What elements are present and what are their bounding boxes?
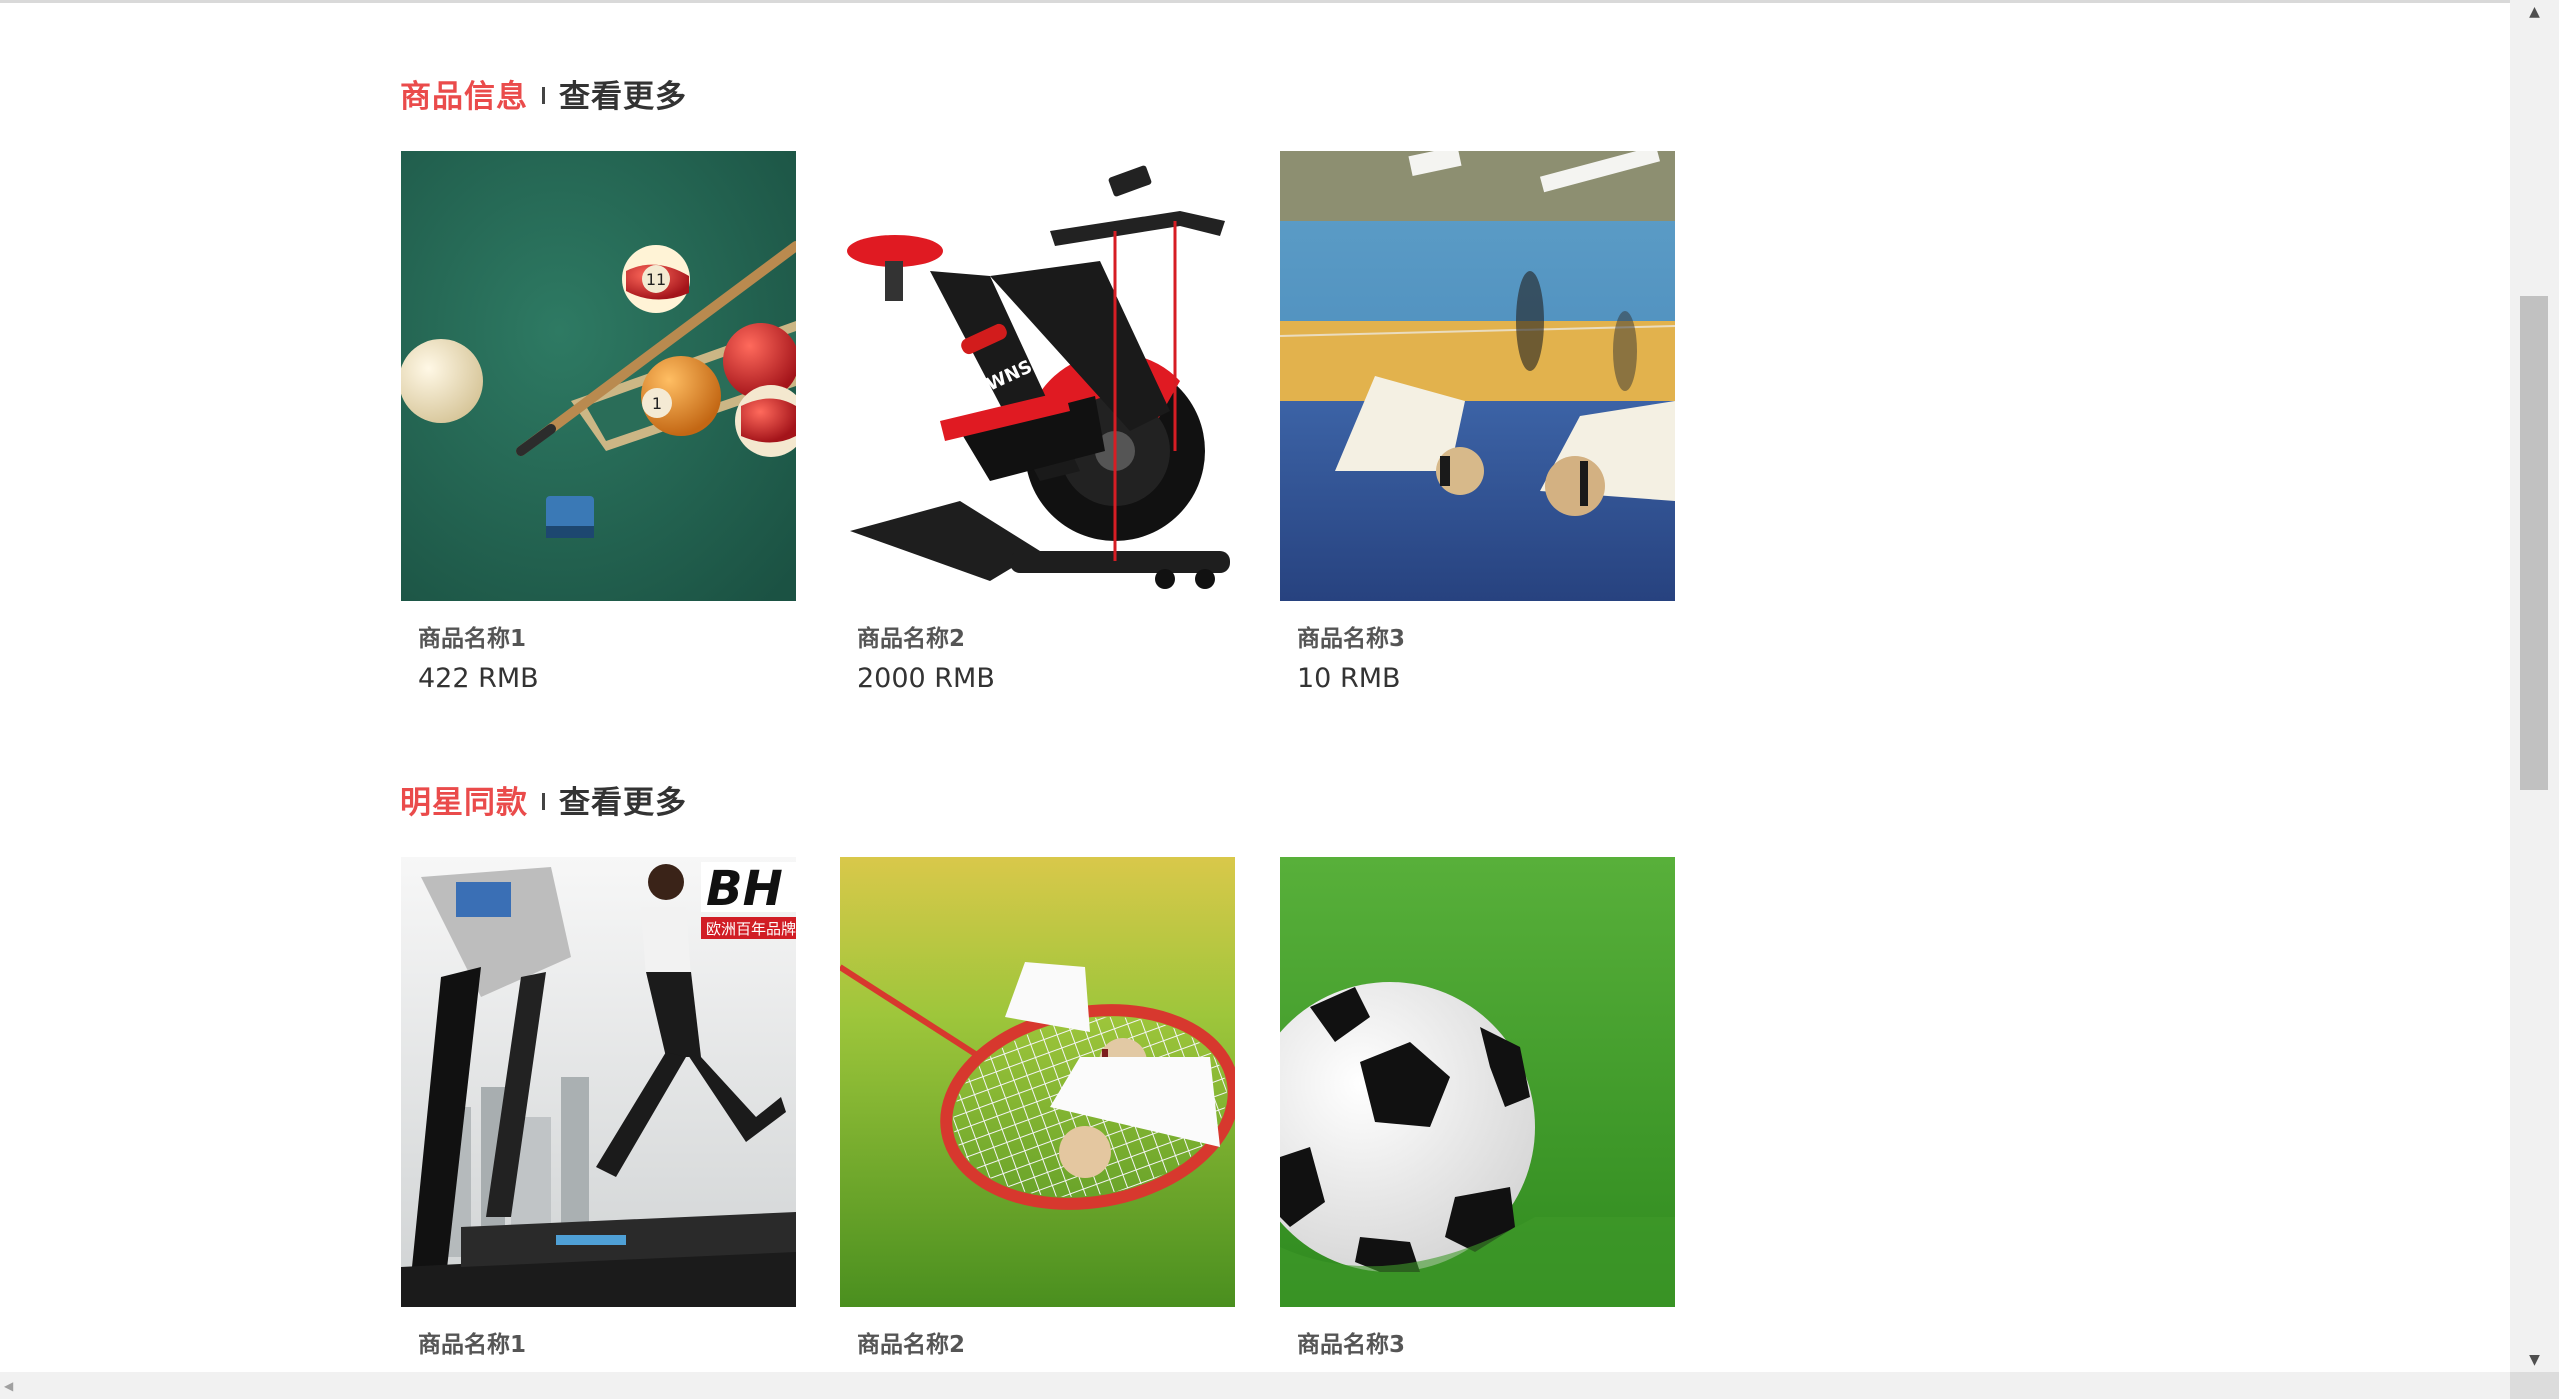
title-separator	[542, 792, 545, 810]
svg-text:11: 11	[646, 270, 666, 289]
title-separator	[542, 86, 545, 104]
product-price: 422 RMB	[418, 663, 539, 694]
badminton-racket-image[interactable]	[840, 857, 1235, 1307]
svg-text:BH: BH	[706, 861, 783, 917]
product-card[interactable]: 商品名称3	[1280, 857, 1675, 1358]
svg-text:1: 1	[652, 394, 662, 413]
scrollbar-corner	[2510, 1372, 2559, 1399]
badminton-court-image[interactable]	[1280, 151, 1675, 601]
treadmill-image[interactable]: BH 欧洲百年品牌	[401, 857, 796, 1307]
product-price: 10 RMB	[1297, 663, 1401, 694]
svg-text:欧洲百年品牌: 欧洲百年品牌	[706, 920, 796, 938]
view-more-link[interactable]: 查看更多	[559, 71, 687, 116]
product-name[interactable]: 商品名称3	[1297, 619, 1405, 653]
product-name[interactable]: 商品名称3	[1297, 1325, 1405, 1359]
product-card[interactable]: 商品名称3 10 RMB	[1280, 151, 1675, 694]
product-card[interactable]: WNSM 商品名称2 2000 RMB	[840, 151, 1235, 694]
exercise-bike-image[interactable]: WNSM	[840, 151, 1235, 601]
main-content: 商品信息 查看更多 11 1 商品名称1 422 RMB WNSM 商品名称2 …	[0, 0, 2510, 1372]
product-name[interactable]: 商品名称1	[418, 619, 526, 653]
product-price: 2000 RMB	[857, 663, 995, 694]
top-divider	[0, 0, 2510, 3]
product-name[interactable]: 商品名称2	[857, 1325, 965, 1359]
scroll-down-arrow-icon[interactable]: ▼	[2510, 1348, 2559, 1372]
product-card[interactable]: BH 欧洲百年品牌 商品名称1	[401, 857, 796, 1358]
page: 商品信息 查看更多 11 1 商品名称1 422 RMB WNSM 商品名称2 …	[0, 0, 2559, 1399]
scrollbar-thumb[interactable]	[2520, 296, 2548, 790]
product-card[interactable]: 11 1 商品名称1 422 RMB	[401, 151, 796, 694]
scroll-up-arrow-icon[interactable]: ▲	[2510, 0, 2559, 24]
section-header-product-info: 商品信息 查看更多	[400, 68, 687, 118]
vertical-scrollbar[interactable]: ▲ ▼	[2510, 0, 2559, 1372]
horizontal-scrollbar[interactable]: ◀	[0, 1372, 2510, 1399]
section-title: 明星同款	[400, 784, 528, 821]
section-header-celebrity-style: 明星同款 查看更多	[400, 774, 687, 824]
product-name[interactable]: 商品名称2	[857, 619, 965, 653]
scroll-left-arrow-icon[interactable]: ◀	[4, 1372, 13, 1399]
billiards-image[interactable]: 11 1	[401, 151, 796, 601]
section-title: 商品信息	[400, 78, 528, 115]
soccer-ball-image[interactable]	[1280, 857, 1675, 1307]
product-name[interactable]: 商品名称1	[418, 1325, 526, 1359]
product-card[interactable]: 商品名称2	[840, 857, 1235, 1358]
view-more-link[interactable]: 查看更多	[559, 777, 687, 822]
